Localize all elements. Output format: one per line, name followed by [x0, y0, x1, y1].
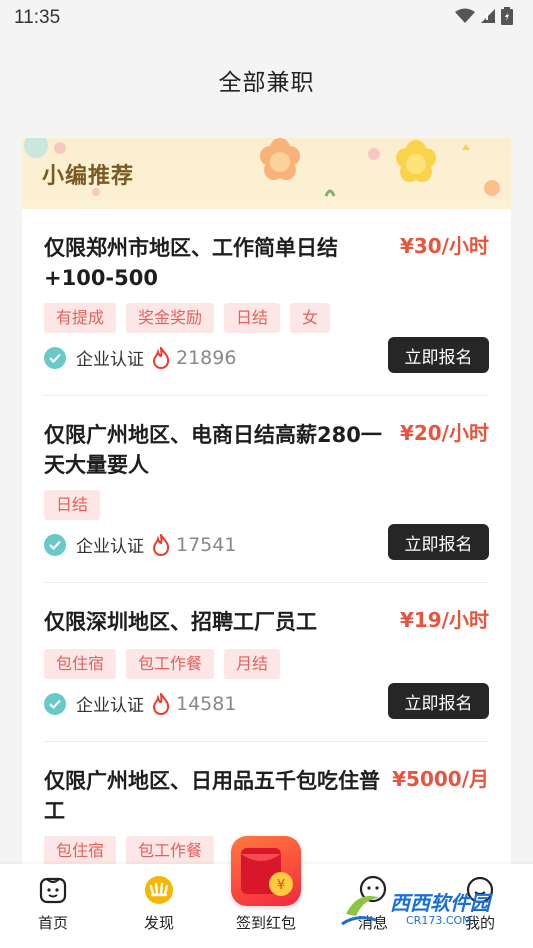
apply-button[interactable]: 立即报名 [388, 524, 489, 560]
verified-check-icon [44, 533, 66, 556]
job-item[interactable]: 仅限广州地区、电商日结高薪280一天大量要人 ¥20/小时 日结 企业认证 17… [44, 396, 489, 583]
nav-label: 发现 [143, 914, 174, 932]
recommend-banner: 小编推荐 [22, 138, 511, 209]
apply-button[interactable]: 立即报名 [388, 337, 489, 373]
nav-label: 首页 [37, 914, 68, 932]
verified-check-icon [44, 346, 66, 369]
status-bar: 11:35 [0, 0, 533, 36]
nav-label: 签到红包 [235, 914, 296, 932]
red-packet-icon[interactable]: ¥ [231, 836, 301, 906]
job-tag: 包工作餐 [126, 649, 215, 679]
job-salary: ¥5000/月 [392, 767, 489, 791]
job-salary: ¥19/小时 [399, 608, 489, 632]
job-tag: 包住宿 [44, 836, 117, 866]
job-meta: 企业认证 21896 [44, 345, 236, 370]
job-item[interactable]: 仅限郑州市地区、工作简单日结+100-500 ¥30/小时 有提成 奖金奖励 日… [44, 209, 489, 396]
job-salary: ¥20/小时 [399, 421, 489, 445]
job-tags: 有提成 奖金奖励 日结 女 [44, 303, 331, 333]
nav-item-home[interactable]: 首页 [0, 864, 106, 948]
battery-icon [501, 7, 513, 29]
verify-label: 企业认证 [76, 696, 144, 716]
job-meta: 企业认证 17541 [44, 532, 236, 557]
job-tag: 包工作餐 [126, 836, 215, 866]
job-tag: 女 [290, 303, 331, 333]
job-tags: 包住宿 包工作餐 [44, 836, 215, 866]
job-tag: 有提成 [44, 303, 117, 333]
watermark-sub: CR173.COM [406, 913, 472, 927]
fire-icon [152, 533, 170, 556]
site-watermark: 西西软件园 CR173.COM [336, 880, 512, 938]
apply-button[interactable]: 立即报名 [388, 683, 489, 719]
page-title: 全部兼职 [218, 70, 315, 96]
job-tag: 日结 [44, 490, 101, 520]
home-face-icon [38, 874, 68, 906]
status-icons [455, 7, 513, 29]
job-tag: 包住宿 [44, 649, 117, 679]
discover-icon [143, 874, 175, 906]
job-title[interactable]: 仅限郑州市地区、工作简单日结+100-500 [44, 233, 384, 293]
page-header: 全部兼职 [0, 52, 533, 108]
verified-check-icon [44, 692, 66, 715]
job-tag: 月结 [224, 649, 281, 679]
job-item[interactable]: 仅限深圳地区、招聘工厂员工 ¥19/小时 包住宿 包工作餐 月结 企业认证 14… [44, 583, 489, 742]
status-time: 11:35 [14, 7, 61, 28]
hot-count: 14581 [176, 692, 237, 715]
verify-label: 企业认证 [76, 350, 144, 370]
job-title[interactable]: 仅限广州地区、电商日结高薪280一天大量要人 [44, 420, 394, 480]
job-tag: 奖金奖励 [126, 303, 215, 333]
job-tags: 日结 [44, 490, 101, 520]
job-meta: 企业认证 14581 [44, 691, 236, 716]
job-salary: ¥30/小时 [399, 234, 489, 258]
job-tags: 包住宿 包工作餐 月结 [44, 649, 281, 679]
hot-count: 17541 [176, 533, 237, 556]
watermark-text: 西西软件园 [390, 890, 490, 915]
wifi-icon [455, 8, 475, 28]
fire-icon [152, 346, 170, 369]
job-tag: 日结 [224, 303, 281, 333]
job-title[interactable]: 仅限深圳地区、招聘工厂员工 [44, 607, 384, 637]
job-title[interactable]: 仅限广州地区、日用品五千包吃住普工 [44, 766, 384, 826]
banner-title: 小编推荐 [42, 164, 135, 189]
svg-text:¥: ¥ [277, 878, 285, 893]
fire-icon [152, 692, 170, 715]
watermark-logo-icon [341, 896, 380, 926]
hot-count: 21896 [176, 346, 237, 369]
verify-label: 企业认证 [76, 537, 144, 557]
job-list-card: 小编推荐 仅限郑州市地区、工作简单日结+100-500 ¥30/小时 有提成 奖… [22, 138, 511, 878]
signal-icon [480, 8, 496, 28]
nav-item-discover[interactable]: 发现 [106, 864, 212, 948]
